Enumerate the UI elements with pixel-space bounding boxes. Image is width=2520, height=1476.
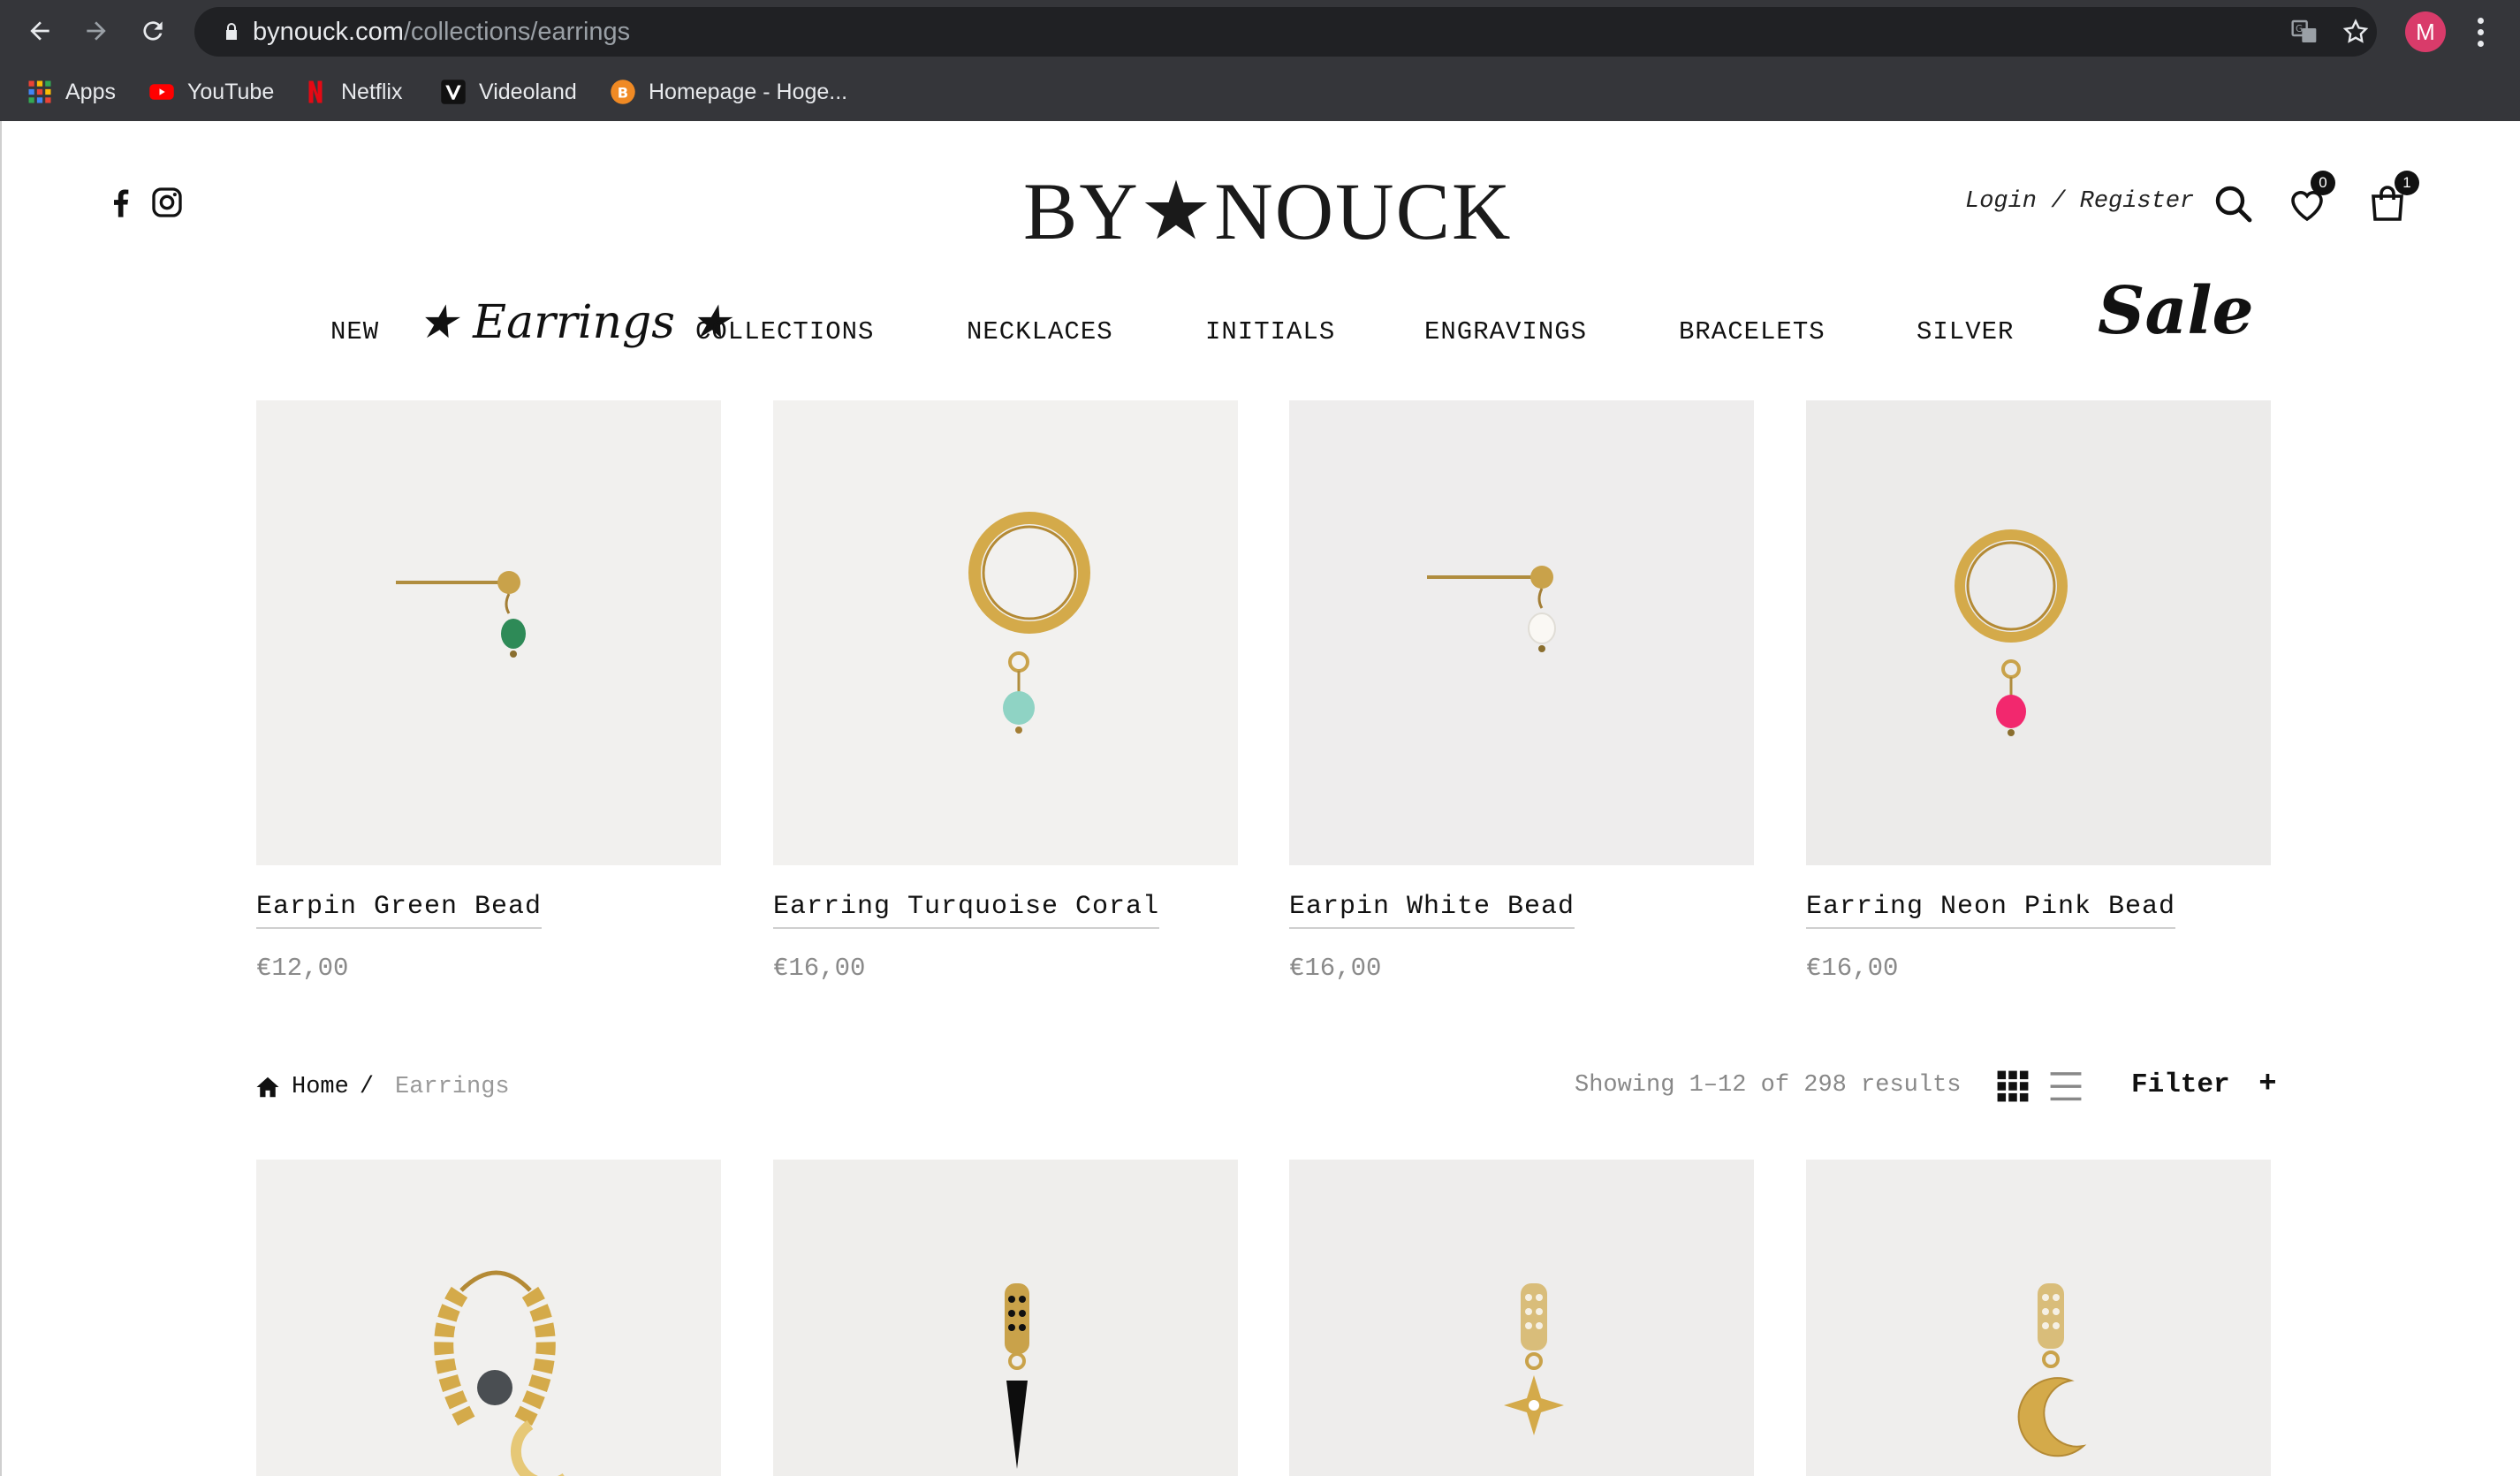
instagram-icon[interactable] (149, 185, 185, 220)
bookmark-label: YouTube (187, 79, 275, 104)
bookmark-label: Videoland (479, 79, 577, 104)
youtube-icon (149, 84, 174, 100)
cart-button[interactable]: 1 (2366, 171, 2419, 225)
menu-item-engravings[interactable]: ENGRAVINGS (1424, 317, 1587, 346)
menu-item-new[interactable]: NEW (330, 317, 379, 346)
bookmark-netflix[interactable]: Netflix (302, 76, 402, 108)
grid-view-icon (1997, 1070, 2029, 1102)
search-icon[interactable] (2213, 183, 2255, 225)
breadcrumb: Home / Earrings (254, 1069, 510, 1105)
product-image[interactable] (1806, 1160, 2271, 1476)
bookmark-youtube[interactable]: YouTube (148, 76, 274, 108)
moon-pendant-hoop-image (1806, 1160, 2271, 1476)
browser-toolbar: bynouck.com/collections/earrings G M (0, 0, 2520, 64)
menu-item-initials[interactable]: INITIALS (1205, 317, 1335, 346)
product-image[interactable] (1806, 400, 2271, 865)
product-image[interactable] (773, 400, 1238, 865)
breadcrumb-home[interactable]: Home (292, 1074, 349, 1100)
login-register-link[interactable]: Login / Register (1965, 188, 2194, 215)
product-name[interactable]: Earpin Green Bead (256, 892, 543, 929)
list-view-icon (2050, 1072, 2082, 1101)
product-price: €16,00 (1289, 954, 1382, 983)
translate-icon[interactable]: G (2290, 18, 2319, 46)
webpage: BY★NOUCK Login / Register 0 1 NEW ★ Earr… (0, 121, 2520, 1476)
breadcrumb-separator: / (359, 1074, 375, 1100)
hogeschool-icon: B (611, 80, 635, 104)
product-price: €12,00 (256, 954, 349, 983)
url-text: bynouck.com/collections/earrings (253, 18, 631, 46)
svg-text:B: B (618, 84, 628, 101)
bookmark-apps[interactable]: Apps (27, 76, 116, 108)
product-image[interactable] (1289, 1160, 1754, 1476)
product-price: €16,00 (773, 954, 866, 983)
reload-button[interactable] (133, 11, 173, 51)
bookmark-label: Apps (65, 79, 116, 104)
black-spike-pendant-image (773, 1160, 1238, 1476)
back-button[interactable] (19, 11, 60, 51)
product-name[interactable]: Earpin White Bead (1289, 892, 1575, 929)
list-view-button[interactable] (2048, 1069, 2084, 1103)
bookmark-label: Netflix (341, 79, 403, 104)
bookmarks-bar: Apps YouTube Netflix Videoland B Homepag… (0, 64, 2520, 121)
product-price: €16,00 (1806, 954, 1899, 983)
menu-item-sale[interactable]: Sale (2098, 273, 2254, 349)
product-image[interactable] (256, 400, 721, 865)
earpin-green-bead-image (256, 400, 721, 865)
arrow-right-icon (87, 21, 106, 41)
bookmark-videoland[interactable]: Videoland (440, 76, 577, 108)
plus-icon: + (2258, 1068, 2277, 1101)
star-icon[interactable] (2342, 18, 2370, 46)
results-count: Showing 1–12 of 298 results (1575, 1072, 1962, 1099)
facebook-icon[interactable] (103, 185, 139, 220)
earpin-white-bead-image (1289, 400, 1754, 865)
home-icon[interactable] (254, 1074, 281, 1100)
wishlist-button[interactable]: 0 (2286, 171, 2335, 225)
menu-item-silver[interactable]: SILVER (1917, 317, 2014, 346)
netflix-icon (308, 80, 323, 103)
wishlist-count-badge: 0 (2311, 171, 2335, 195)
lock-icon (226, 23, 237, 40)
apps-grid-icon (28, 80, 51, 103)
breadcrumb-current: Earrings (395, 1074, 510, 1100)
earring-turquoise-coral-image (773, 400, 1238, 865)
menu-item-earrings[interactable]: ★ Earrings ★ (417, 296, 731, 349)
bookmark-label: Homepage - Hoge... (649, 79, 848, 104)
profile-avatar[interactable]: M (2405, 11, 2446, 52)
svg-text:G: G (2296, 23, 2303, 34)
product-image[interactable] (773, 1160, 1238, 1476)
product-name[interactable]: Earring Turquoise Coral (773, 892, 1160, 929)
cart-count-badge: 1 (2395, 171, 2419, 195)
arrow-left-icon (30, 21, 49, 41)
twisted-hoop-pendant-image (256, 1160, 721, 1476)
grid-view-button[interactable] (1996, 1069, 2030, 1103)
browser-menu-icon[interactable] (2467, 12, 2493, 51)
product-image[interactable] (1289, 400, 1754, 865)
product-name[interactable]: Earring Neon Pink Bead (1806, 892, 2176, 929)
menu-item-bracelets[interactable]: BRACELETS (1679, 317, 1825, 346)
menu-item-collections[interactable]: COLLECTIONS (695, 317, 874, 346)
bookmark-homepage[interactable]: B Homepage - Hoge... (610, 76, 847, 108)
star-pendant-hoop-image (1289, 1160, 1754, 1476)
filter-button[interactable]: Filter + (2131, 1068, 2277, 1101)
forward-button[interactable] (76, 11, 117, 51)
product-image[interactable] (256, 1160, 721, 1476)
menu-item-necklaces[interactable]: NECKLACES (967, 317, 1113, 346)
address-bar[interactable]: bynouck.com/collections/earrings G (194, 7, 2377, 57)
filter-label: Filter (2131, 1069, 2230, 1100)
earring-neon-pink-bead-image (1806, 400, 2271, 865)
reload-icon (143, 21, 163, 41)
site-logo[interactable]: BY★NOUCK (1023, 164, 1510, 258)
videoland-icon (441, 80, 466, 104)
browser-chrome: bynouck.com/collections/earrings G M App… (0, 0, 2520, 121)
